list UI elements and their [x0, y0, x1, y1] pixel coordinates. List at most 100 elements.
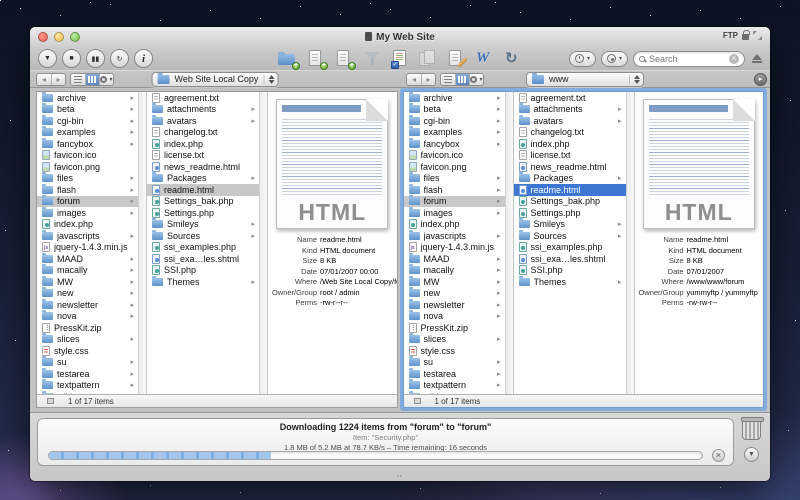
- folder-row[interactable]: flash▸: [404, 184, 505, 196]
- new-file-button[interactable]: [306, 50, 326, 68]
- back-button[interactable]: ◂: [37, 74, 51, 85]
- folder-row[interactable]: Packages▸: [147, 173, 259, 185]
- file-row[interactable]: news_readme.html: [147, 161, 259, 173]
- trash-icon[interactable]: [742, 419, 761, 440]
- web-button[interactable]: [474, 50, 494, 68]
- back-button[interactable]: ◂: [407, 74, 421, 85]
- search-input[interactable]: [649, 54, 725, 64]
- folder-row[interactable]: Smileys▸: [147, 219, 259, 231]
- file-row[interactable]: PressKit.zip: [37, 322, 138, 334]
- resize-handle[interactable]: [397, 474, 403, 478]
- folder-row[interactable]: new▸: [37, 288, 138, 300]
- scrollbar[interactable]: [259, 92, 268, 394]
- file-row[interactable]: Settings_bak.php: [147, 196, 259, 208]
- folder-row[interactable]: MAAD▸: [404, 253, 505, 265]
- folder-row[interactable]: fancybox▸: [404, 138, 505, 150]
- go-button[interactable]: ▸: [754, 73, 767, 86]
- remote-path-dropdown[interactable]: www: [526, 72, 644, 87]
- folder-row[interactable]: fancybox▸: [37, 138, 138, 150]
- folder-row[interactable]: examples▸: [404, 127, 505, 139]
- folder-row[interactable]: archive▸: [404, 92, 505, 104]
- folder-row[interactable]: forum▸: [404, 196, 505, 208]
- file-row[interactable]: news_readme.html: [514, 161, 626, 173]
- file-row[interactable]: agreement.txt: [514, 92, 626, 104]
- history-dropdown[interactable]: ▾: [601, 51, 628, 67]
- folder-row[interactable]: Themes▸: [514, 276, 626, 288]
- folder-row[interactable]: Themes▸: [147, 276, 259, 288]
- folder-row[interactable]: beta▸: [37, 104, 138, 116]
- file-row[interactable]: readme.html: [514, 184, 626, 196]
- action-menu-button[interactable]: ▾: [99, 74, 113, 85]
- folder-row[interactable]: images▸: [404, 207, 505, 219]
- folder-row[interactable]: flash▸: [37, 184, 138, 196]
- file-row[interactable]: Settings.php: [147, 207, 259, 219]
- file-row[interactable]: favicon.ico: [404, 150, 505, 162]
- file-row[interactable]: jquery-1.4.3.min.js: [37, 242, 138, 254]
- folder-row[interactable]: beta▸: [404, 104, 505, 116]
- folder-row[interactable]: avatars▸: [147, 115, 259, 127]
- folder-row[interactable]: archive▸: [37, 92, 138, 104]
- folder-row[interactable]: testarea▸: [404, 368, 505, 380]
- info-button[interactable]: i: [134, 49, 153, 68]
- new-folder-button[interactable]: [278, 50, 298, 68]
- refresh-button[interactable]: ↻: [110, 49, 129, 68]
- folder-row[interactable]: attachments▸: [147, 104, 259, 116]
- file-row[interactable]: changelog.txt: [147, 127, 259, 139]
- download-button[interactable]: ▼: [38, 49, 57, 68]
- file-row[interactable]: index.php: [514, 138, 626, 150]
- file-row[interactable]: favicon.ico: [37, 150, 138, 162]
- folder-row[interactable]: Packages▸: [514, 173, 626, 185]
- folder-row[interactable]: images▸: [37, 207, 138, 219]
- forward-button[interactable]: ▸: [51, 74, 65, 85]
- folder-row[interactable]: Sources▸: [514, 230, 626, 242]
- file-row[interactable]: agreement.txt: [147, 92, 259, 104]
- folder-row[interactable]: avatars▸: [514, 115, 626, 127]
- file-row[interactable]: favicon.png: [404, 161, 505, 173]
- column-view-button[interactable]: [85, 74, 99, 85]
- folder-row[interactable]: Sources▸: [147, 230, 259, 242]
- new-remote-file-button[interactable]: [334, 50, 354, 68]
- queue-download-button[interactable]: ▼: [744, 447, 759, 462]
- folder-row[interactable]: forum▸: [37, 196, 138, 208]
- folder-row[interactable]: su▸: [404, 357, 505, 369]
- queue-button[interactable]: [390, 50, 410, 68]
- folder-row[interactable]: examples▸: [37, 127, 138, 139]
- search-field[interactable]: ×: [633, 51, 745, 67]
- action-menu-button[interactable]: ▾: [469, 74, 483, 85]
- column-view-button[interactable]: [455, 74, 469, 85]
- recent-connections-dropdown[interactable]: ▾: [569, 51, 596, 67]
- file-row[interactable]: style.css: [404, 345, 505, 357]
- folder-row[interactable]: attachments▸: [514, 104, 626, 116]
- edit-button[interactable]: [446, 50, 466, 68]
- clear-search-icon[interactable]: ×: [729, 54, 739, 64]
- folder-row[interactable]: files▸: [37, 173, 138, 185]
- folder-row[interactable]: su▸: [37, 357, 138, 369]
- stop-button[interactable]: ■: [62, 49, 81, 68]
- folder-row[interactable]: newsletter▸: [37, 299, 138, 311]
- folder-row[interactable]: macally▸: [404, 265, 505, 277]
- file-row[interactable]: license.txt: [514, 150, 626, 162]
- file-row[interactable]: SSI.php: [147, 265, 259, 277]
- file-row[interactable]: SSI.php: [514, 265, 626, 277]
- folder-row[interactable]: textpattern▸: [404, 380, 505, 392]
- file-row[interactable]: jquery-1.4.3.min.js: [404, 242, 505, 254]
- file-row[interactable]: readme.html: [147, 184, 259, 196]
- folder-row[interactable]: javascripts▸: [37, 230, 138, 242]
- file-row[interactable]: changelog.txt: [514, 127, 626, 139]
- forward-button[interactable]: ▸: [421, 74, 435, 85]
- file-row[interactable]: index.php: [147, 138, 259, 150]
- file-row[interactable]: Settings.php: [514, 207, 626, 219]
- file-row[interactable]: license.txt: [147, 150, 259, 162]
- file-row[interactable]: style.css: [37, 345, 138, 357]
- folder-row[interactable]: files▸: [404, 173, 505, 185]
- folder-row[interactable]: testarea▸: [37, 368, 138, 380]
- file-row[interactable]: PressKit.zip: [404, 322, 505, 334]
- folder-row[interactable]: new▸: [404, 288, 505, 300]
- folder-row[interactable]: nova▸: [37, 311, 138, 323]
- folder-row[interactable]: newsletter▸: [404, 299, 505, 311]
- folder-row[interactable]: Smileys▸: [514, 219, 626, 231]
- file-row[interactable]: index.php: [37, 219, 138, 231]
- file-row[interactable]: Settings_bak.php: [514, 196, 626, 208]
- folder-row[interactable]: slices▸: [404, 334, 505, 346]
- file-row[interactable]: ssi_examples.php: [514, 242, 626, 254]
